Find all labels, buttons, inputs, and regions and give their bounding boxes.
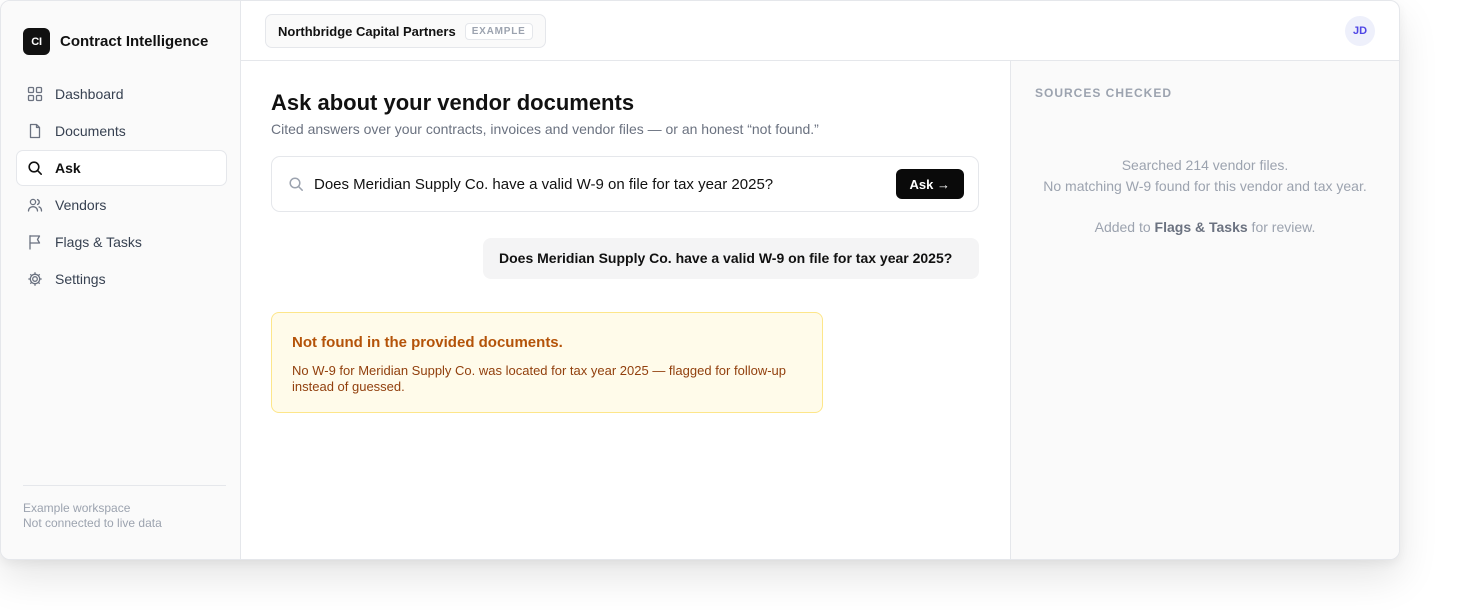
sidebar-item-label: Settings — [55, 271, 106, 287]
not-found-card: Not found in the provided documents. No … — [271, 312, 823, 413]
sidebar-item-label: Vendors — [55, 197, 107, 213]
sources-added: Added to Flags & Tasks for review. — [1035, 217, 1375, 238]
connection-status: Not connected to live data — [23, 516, 162, 530]
sources-result: No matching W-9 found for this vendor an… — [1043, 178, 1367, 194]
sources-summary: Searched 214 vendor files. No matching W… — [1035, 155, 1375, 238]
topbar: Northbridge Capital Partners EXAMPLE JD — [241, 1, 1399, 61]
sidebar-item-vendors[interactable]: Vendors — [16, 187, 227, 223]
page-subtitle: Cited answers over your contracts, invoi… — [271, 121, 819, 137]
sidebar-nav: Dashboard Documents Ask Vendors Flags & … — [16, 76, 227, 298]
users-icon — [27, 198, 43, 212]
grid-icon — [27, 86, 43, 102]
search-icon — [28, 161, 42, 175]
avatar[interactable]: JD — [1345, 16, 1375, 46]
sidebar-item-dashboard[interactable]: Dashboard — [16, 76, 227, 112]
body-row: Ask about your vendor documents Cited an… — [241, 61, 1399, 559]
gear-icon — [28, 272, 42, 286]
sources-searched: Searched 214 vendor files. — [1121, 157, 1289, 173]
sidebar-footer: Example workspace Not connected to live … — [23, 485, 226, 531]
sources-panel: SOURCES CHECKED Searched 214 vendor file… — [1010, 61, 1399, 559]
sources-title: SOURCES CHECKED — [1035, 86, 1173, 100]
flag-icon — [29, 235, 41, 250]
search-icon — [289, 177, 303, 191]
brand-logo: CI — [23, 28, 50, 55]
brand[interactable]: CI Contract Intelligence — [23, 28, 208, 55]
sidebar: CI Contract Intelligence Dashboard Docum… — [1, 1, 241, 559]
org-badge: EXAMPLE — [464, 22, 533, 40]
sidebar-item-label: Ask — [55, 160, 81, 176]
page-title: Ask about your vendor documents — [271, 90, 635, 115]
user-message: Does Meridian Supply Co. have a valid W-… — [483, 238, 979, 279]
app-window: CI Contract Intelligence Dashboard Docum… — [0, 0, 1400, 560]
sidebar-item-label: Dashboard — [55, 86, 124, 102]
brand-name: Contract Intelligence — [60, 33, 209, 50]
search-input[interactable] — [314, 169, 896, 199]
ask-button[interactable]: Ask → — [895, 169, 964, 199]
flags-tasks-link[interactable]: Flags & Tasks — [1155, 219, 1248, 235]
sources-added-prefix: Added to — [1094, 219, 1155, 235]
ask-panel: Ask about your vendor documents Cited an… — [241, 61, 1010, 559]
search-box: Ask → — [271, 156, 979, 212]
file-icon — [29, 123, 41, 139]
sources-added-suffix: for review. — [1247, 219, 1316, 235]
sidebar-item-flags-tasks[interactable]: Flags & Tasks — [16, 224, 227, 260]
sidebar-item-settings[interactable]: Settings — [16, 261, 227, 297]
not-found-text: No W-9 for Meridian Supply Co. was locat… — [292, 363, 786, 394]
not-found-title: Not found in the provided documents. — [292, 334, 563, 351]
org-switcher[interactable]: Northbridge Capital Partners EXAMPLE — [265, 14, 546, 48]
main-area: Northbridge Capital Partners EXAMPLE JD … — [241, 1, 1399, 559]
workspace-label: Example workspace — [23, 501, 131, 515]
sidebar-item-ask[interactable]: Ask — [16, 150, 227, 186]
sidebar-item-label: Flags & Tasks — [55, 234, 142, 250]
org-name: Northbridge Capital Partners — [278, 23, 456, 39]
sidebar-item-documents[interactable]: Documents — [16, 113, 227, 149]
sidebar-item-label: Documents — [55, 123, 126, 139]
